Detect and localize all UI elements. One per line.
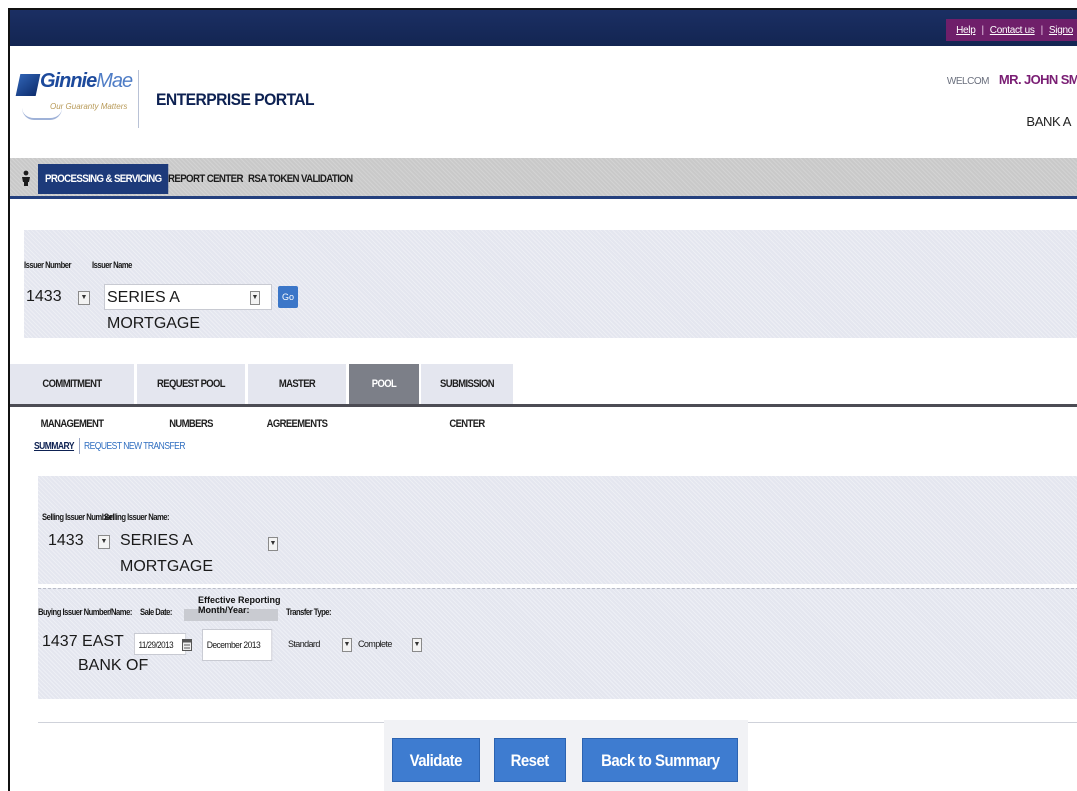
back-label: Back to Summary <box>600 751 720 770</box>
header-divider <box>138 70 139 128</box>
validate-label: Validate <box>409 751 463 770</box>
top-bar: Help | Contact us | Signo <box>10 10 1077 46</box>
buying-issuer-label: Buying Issuer Number/Name: <box>38 607 132 617</box>
welcome-text: WELCOM <box>946 76 990 87</box>
utility-separator: | <box>1040 24 1044 36</box>
chevron-down-icon[interactable]: ▼ <box>250 291 260 305</box>
buying-issuer-line1: 1437 EAST <box>42 633 124 650</box>
sub-link-divider <box>79 438 81 454</box>
transfer-type-label: Transfer Type: <box>286 607 332 617</box>
selling-issuer-name-select[interactable]: SERIES A MORTGAGE <box>118 528 276 575</box>
chevron-down-icon[interactable]: ▼ <box>78 291 90 305</box>
transfer-type-value: Standard <box>288 639 320 649</box>
tab-label: POOL TRANSFER <box>360 378 408 430</box>
portal-title: ENTERPRISE PORTAL <box>156 90 315 109</box>
logo-brand: Ginnie <box>40 70 97 92</box>
sale-date-value: 11/29/2013 <box>138 640 174 650</box>
logo-tagline: Our Guaranty Matters <box>50 102 128 111</box>
utility-separator: | <box>981 24 984 36</box>
tab-label: MASTER AGREEMENTS <box>266 378 328 430</box>
logo-wordmark: GinnieMae <box>40 70 133 93</box>
logo-brand-suffix: Mae <box>96 70 133 92</box>
app-frame: Help | Contact us | Signo GinnieMae Our … <box>8 8 1077 791</box>
contact-us-link[interactable]: Contact us <box>990 25 1035 36</box>
go-button[interactable]: Go <box>278 286 298 308</box>
tab-label: SUBMISSION CENTER <box>440 378 495 430</box>
effective-label-line2: Month/Year: <box>198 605 250 615</box>
nav-rsa-token-validation[interactable]: RSA TOKEN VALIDATION <box>248 164 353 194</box>
effective-label-line1: Effective Reporting <box>198 595 281 605</box>
selling-issuer-name-value: SERIES A MORTGAGE <box>120 532 214 575</box>
buying-issuer-line2: BANK OF <box>78 657 149 674</box>
chevron-down-icon[interactable]: ▼ <box>412 638 422 652</box>
logo-mark-icon <box>15 74 41 96</box>
reset-label: Reset <box>510 751 550 770</box>
buying-issuer-panel: Buying Issuer Number/Name: Sale Date: Ef… <box>38 588 1077 699</box>
tab-label: REQUEST POOL NUMBERS <box>157 378 226 430</box>
main-nav: PROCESSING & SERVICING REPORT CENTER RSA… <box>10 158 1077 199</box>
issuer-number-value: 1433 <box>26 288 62 305</box>
tab-label: COMMITMENT MANAGEMENT <box>40 378 104 430</box>
summary-link[interactable]: SUMMARY <box>34 441 75 452</box>
ginnie-mae-logo[interactable]: GinnieMae Our Guaranty Matters <box>15 66 133 126</box>
chevron-down-icon[interactable]: ▼ <box>98 535 110 549</box>
action-buttons: Validate Reset Back to Summary <box>384 720 748 791</box>
nav-processing-servicing[interactable]: PROCESSING & SERVICING <box>38 164 169 194</box>
tab-commitment-management[interactable]: COMMITMENT MANAGEMENT <box>10 364 134 430</box>
welcome-block: WELCOM MR. JOHN SM <box>947 72 1077 87</box>
effective-reporting-input[interactable]: December 2013 <box>202 629 273 661</box>
user-name: MR. JOHN SM <box>998 72 1077 87</box>
issuer-selection-panel: Issuer Number Issuer Name 1433 ▼ SERIES … <box>24 230 1077 338</box>
bank-name: BANK A <box>1026 114 1071 129</box>
tab-master-agreements[interactable]: MASTER AGREEMENTS <box>248 364 346 430</box>
chevron-down-icon[interactable]: ▼ <box>268 537 278 551</box>
effective-reporting-value: December 2013 <box>206 640 261 650</box>
utility-links: Help | Contact us | Signo <box>946 19 1077 41</box>
tab-bar: COMMITMENT MANAGEMENT REQUEST POOL NUMBE… <box>10 364 1077 430</box>
issuer-name-value: SERIES A MORTGAGE <box>107 289 201 332</box>
tab-request-pool-numbers[interactable]: REQUEST POOL NUMBERS <box>137 364 245 430</box>
tab-pool-transfer[interactable]: POOL TRANSFER <box>349 364 419 430</box>
chevron-down-icon[interactable]: ▼ <box>342 638 352 652</box>
selling-issuer-panel: Selling Issuer Number: Selling Issuer Na… <box>38 476 1077 584</box>
nav-report-center[interactable]: REPORT CENTER <box>168 164 243 194</box>
sub-navigation: SUMMARY REQUEST NEW TRANSFER <box>34 438 203 454</box>
selling-issuer-name-label: Selling Issuer Name: <box>104 512 170 522</box>
selling-issuer-number-value: 1433 <box>48 532 84 549</box>
person-icon[interactable] <box>20 170 32 186</box>
signout-link[interactable]: Signo <box>1049 25 1073 36</box>
completeness-value: Complete <box>358 639 392 649</box>
header: GinnieMae Our Guaranty Matters ENTERPRIS… <box>10 48 1077 136</box>
request-new-transfer-link[interactable]: REQUEST NEW TRANSFER <box>84 441 185 452</box>
help-link[interactable]: Help <box>956 25 976 36</box>
reset-button[interactable]: Reset <box>494 738 566 782</box>
issuer-name-label: Issuer Name <box>92 260 132 270</box>
calendar-icon[interactable] <box>182 637 192 651</box>
sale-date-label: Sale Date: <box>140 607 172 617</box>
issuer-number-label: Issuer Number <box>24 260 71 270</box>
tab-submission-center[interactable]: SUBMISSION CENTER <box>421 364 513 430</box>
back-to-summary-button[interactable]: Back to Summary <box>582 738 738 782</box>
validate-button[interactable]: Validate <box>392 738 480 782</box>
issuer-name-select[interactable]: SERIES A MORTGAGE <box>104 284 272 332</box>
effective-reporting-label: Effective Reporting Month/Year: <box>198 595 281 615</box>
sale-date-input[interactable]: 11/29/2013 <box>134 633 187 655</box>
